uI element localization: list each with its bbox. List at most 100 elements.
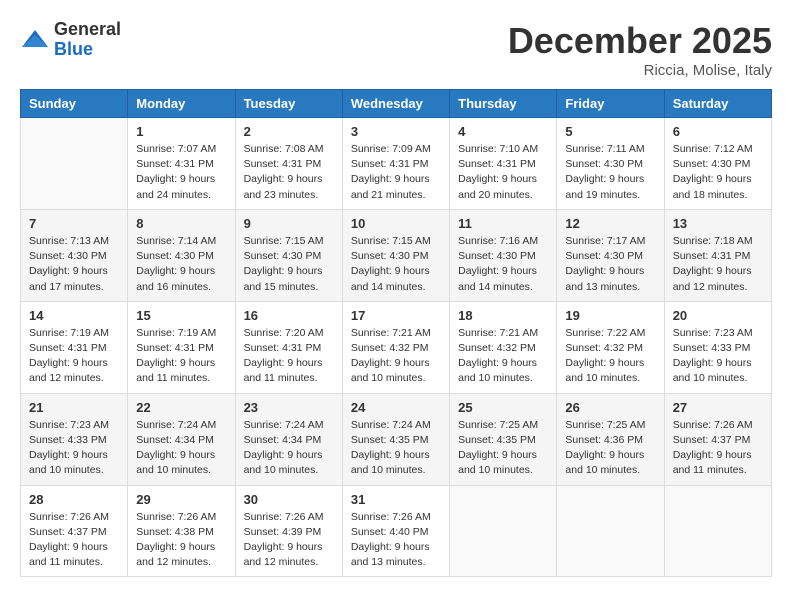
calendar-cell: 21 Sunrise: 7:23 AMSunset: 4:33 PMDayligh… bbox=[21, 393, 128, 485]
calendar-cell: 1Sunrise: 7:07 AMSunset: 4:31 PMDaylight… bbox=[128, 118, 235, 210]
calendar-cell: 23Sunrise: 7:24 AMSunset: 4:34 PMDayligh… bbox=[235, 393, 342, 485]
weekday-header-monday: Monday bbox=[128, 90, 235, 118]
day-number: 8 bbox=[136, 216, 226, 231]
weekday-header-row: SundayMondayTuesdayWednesdayThursdayFrid… bbox=[21, 90, 772, 118]
calendar-cell: 9 Sunrise: 7:15 AMSunset: 4:30 PMDaylight… bbox=[235, 209, 342, 301]
day-info: Sunrise: 7:23 AMSunset: 4:33 PMDaylight:… bbox=[673, 326, 763, 387]
logo-general: General bbox=[54, 20, 121, 40]
calendar-cell: 10 Sunrise: 7:15 AMSunset: 4:30 PMDayligh… bbox=[342, 209, 449, 301]
day-info: Sunrise: 7:26 AMSunset: 4:38 PMDaylight:… bbox=[136, 510, 226, 571]
day-info: Sunrise: 7:15 AMSunset: 4:30 PMDaylight:… bbox=[244, 234, 334, 295]
calendar-cell: 28 Sunrise: 7:26 AMSunset: 4:37 PMDayligh… bbox=[21, 485, 128, 577]
month-title: December 2025 bbox=[508, 20, 772, 62]
calendar-cell bbox=[664, 485, 771, 577]
logo: General Blue bbox=[20, 20, 121, 60]
day-info: Sunrise: 7:19 AMSunset: 4:31 PMDaylight:… bbox=[136, 326, 226, 387]
day-info: Sunrise: 7:21 AMSunset: 4:32 PMDaylight:… bbox=[458, 326, 548, 387]
day-number: 6 bbox=[673, 124, 763, 139]
day-info: Sunrise: 7:24 AMSunset: 4:34 PMDaylight:… bbox=[136, 418, 226, 479]
day-info: Sunrise: 7:20 AMSunset: 4:31 PMDaylight:… bbox=[244, 326, 334, 387]
day-number: 16 bbox=[244, 308, 334, 323]
calendar-cell: 7 Sunrise: 7:13 AMSunset: 4:30 PMDaylight… bbox=[21, 209, 128, 301]
calendar-cell: 25 Sunrise: 7:25 AMSunset: 4:35 PMDayligh… bbox=[450, 393, 557, 485]
day-number: 2 bbox=[244, 124, 334, 139]
calendar-week-row: 21 Sunrise: 7:23 AMSunset: 4:33 PMDayligh… bbox=[21, 393, 772, 485]
calendar-cell: 16 Sunrise: 7:20 AMSunset: 4:31 PMDayligh… bbox=[235, 301, 342, 393]
day-number: 17 bbox=[351, 308, 441, 323]
day-number: 12 bbox=[565, 216, 655, 231]
day-number: 28 bbox=[29, 492, 119, 507]
calendar-cell: 22 Sunrise: 7:24 AMSunset: 4:34 PMDayligh… bbox=[128, 393, 235, 485]
day-info: Sunrise: 7:14 AMSunset: 4:30 PMDaylight:… bbox=[136, 234, 226, 295]
day-info: Sunrise: 7:18 AMSunset: 4:31 PMDaylight:… bbox=[673, 234, 763, 295]
calendar-week-row: 28 Sunrise: 7:26 AMSunset: 4:37 PMDayligh… bbox=[21, 485, 772, 577]
weekday-header-sunday: Sunday bbox=[21, 90, 128, 118]
day-info: Sunrise: 7:07 AMSunset: 4:31 PMDaylight:… bbox=[136, 142, 226, 203]
day-info: Sunrise: 7:26 AMSunset: 4:37 PMDaylight:… bbox=[29, 510, 119, 571]
day-number: 20 bbox=[673, 308, 763, 323]
calendar-cell: 26 Sunrise: 7:25 AMSunset: 4:36 PMDayligh… bbox=[557, 393, 664, 485]
day-number: 22 bbox=[136, 400, 226, 415]
day-info: Sunrise: 7:25 AMSunset: 4:36 PMDaylight:… bbox=[565, 418, 655, 479]
day-info: Sunrise: 7:12 AMSunset: 4:30 PMDaylight:… bbox=[673, 142, 763, 203]
day-number: 29 bbox=[136, 492, 226, 507]
calendar-cell: 31 Sunrise: 7:26 AMSunset: 4:40 PMDayligh… bbox=[342, 485, 449, 577]
day-info: Sunrise: 7:13 AMSunset: 4:30 PMDaylight:… bbox=[29, 234, 119, 295]
day-number: 27 bbox=[673, 400, 763, 415]
logo-blue: Blue bbox=[54, 40, 121, 60]
day-info: Sunrise: 7:24 AMSunset: 4:34 PMDaylight:… bbox=[244, 418, 334, 479]
day-info: Sunrise: 7:21 AMSunset: 4:32 PMDaylight:… bbox=[351, 326, 441, 387]
calendar-cell: 17 Sunrise: 7:21 AMSunset: 4:32 PMDayligh… bbox=[342, 301, 449, 393]
day-number: 19 bbox=[565, 308, 655, 323]
day-number: 25 bbox=[458, 400, 548, 415]
calendar-week-row: 7 Sunrise: 7:13 AMSunset: 4:30 PMDaylight… bbox=[21, 209, 772, 301]
calendar-cell: 11 Sunrise: 7:16 AMSunset: 4:30 PMDayligh… bbox=[450, 209, 557, 301]
calendar-table: SundayMondayTuesdayWednesdayThursdayFrid… bbox=[20, 89, 772, 577]
calendar-cell: 4Sunrise: 7:10 AMSunset: 4:31 PMDaylight… bbox=[450, 118, 557, 210]
weekday-header-saturday: Saturday bbox=[664, 90, 771, 118]
day-number: 31 bbox=[351, 492, 441, 507]
day-info: Sunrise: 7:19 AMSunset: 4:31 PMDaylight:… bbox=[29, 326, 119, 387]
location-subtitle: Riccia, Molise, Italy bbox=[508, 62, 772, 79]
calendar-cell bbox=[450, 485, 557, 577]
day-number: 11 bbox=[458, 216, 548, 231]
calendar-cell: 5 Sunrise: 7:11 AMSunset: 4:30 PMDaylight… bbox=[557, 118, 664, 210]
day-info: Sunrise: 7:22 AMSunset: 4:32 PMDaylight:… bbox=[565, 326, 655, 387]
day-number: 14 bbox=[29, 308, 119, 323]
day-info: Sunrise: 7:25 AMSunset: 4:35 PMDaylight:… bbox=[458, 418, 548, 479]
calendar-cell: 20 Sunrise: 7:23 AMSunset: 4:33 PMDayligh… bbox=[664, 301, 771, 393]
day-number: 30 bbox=[244, 492, 334, 507]
day-number: 26 bbox=[565, 400, 655, 415]
calendar-cell: 19 Sunrise: 7:22 AMSunset: 4:32 PMDayligh… bbox=[557, 301, 664, 393]
calendar-cell: 3Sunrise: 7:09 AMSunset: 4:31 PMDaylight… bbox=[342, 118, 449, 210]
day-info: Sunrise: 7:15 AMSunset: 4:30 PMDaylight:… bbox=[351, 234, 441, 295]
calendar-cell: 24Sunrise: 7:24 AMSunset: 4:35 PMDayligh… bbox=[342, 393, 449, 485]
calendar-cell: 15 Sunrise: 7:19 AMSunset: 4:31 PMDayligh… bbox=[128, 301, 235, 393]
calendar-week-row: 1Sunrise: 7:07 AMSunset: 4:31 PMDaylight… bbox=[21, 118, 772, 210]
day-number: 15 bbox=[136, 308, 226, 323]
calendar-cell: 29 Sunrise: 7:26 AMSunset: 4:38 PMDayligh… bbox=[128, 485, 235, 577]
day-info: Sunrise: 7:26 AMSunset: 4:39 PMDaylight:… bbox=[244, 510, 334, 571]
page-header: General Blue December 2025 Riccia, Molis… bbox=[20, 20, 772, 79]
day-number: 5 bbox=[565, 124, 655, 139]
day-info: Sunrise: 7:23 AMSunset: 4:33 PMDaylight:… bbox=[29, 418, 119, 479]
day-info: Sunrise: 7:26 AMSunset: 4:37 PMDaylight:… bbox=[673, 418, 763, 479]
day-number: 21 bbox=[29, 400, 119, 415]
title-block: December 2025 Riccia, Molise, Italy bbox=[508, 20, 772, 79]
day-info: Sunrise: 7:16 AMSunset: 4:30 PMDaylight:… bbox=[458, 234, 548, 295]
day-info: Sunrise: 7:17 AMSunset: 4:30 PMDaylight:… bbox=[565, 234, 655, 295]
day-number: 3 bbox=[351, 124, 441, 139]
calendar-cell: 27 Sunrise: 7:26 AMSunset: 4:37 PMDayligh… bbox=[664, 393, 771, 485]
day-number: 7 bbox=[29, 216, 119, 231]
logo-icon bbox=[20, 25, 50, 55]
day-number: 10 bbox=[351, 216, 441, 231]
day-number: 13 bbox=[673, 216, 763, 231]
calendar-cell bbox=[21, 118, 128, 210]
day-info: Sunrise: 7:26 AMSunset: 4:40 PMDaylight:… bbox=[351, 510, 441, 571]
day-info: Sunrise: 7:11 AMSunset: 4:30 PMDaylight:… bbox=[565, 142, 655, 203]
weekday-header-wednesday: Wednesday bbox=[342, 90, 449, 118]
day-number: 9 bbox=[244, 216, 334, 231]
calendar-cell: 18 Sunrise: 7:21 AMSunset: 4:32 PMDayligh… bbox=[450, 301, 557, 393]
day-number: 18 bbox=[458, 308, 548, 323]
weekday-header-friday: Friday bbox=[557, 90, 664, 118]
